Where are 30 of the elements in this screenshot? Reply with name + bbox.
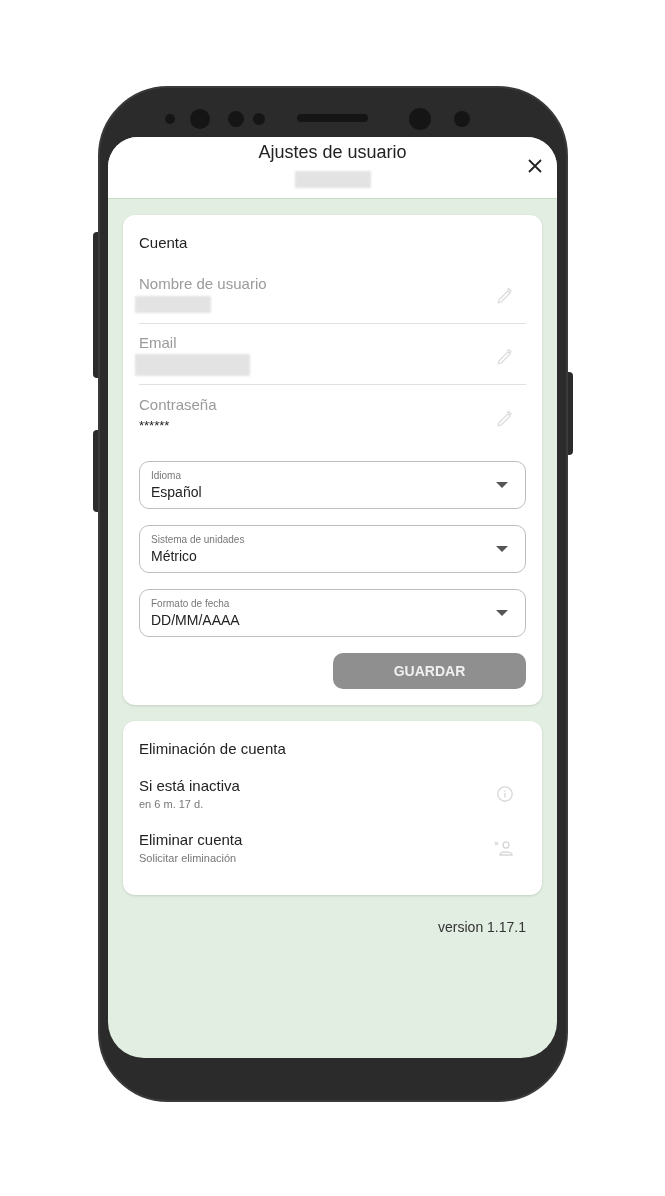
field-label: Nombre de usuario	[139, 273, 268, 294]
version-text: version 1.17.1	[438, 918, 526, 937]
info-icon[interactable]	[496, 785, 514, 803]
close-icon[interactable]	[527, 158, 543, 174]
field-label: Email	[139, 332, 178, 353]
item-subtitle: en 6 m. 17 d.	[139, 797, 205, 812]
field-label: Contraseña	[139, 395, 218, 415]
remove-user-icon[interactable]	[494, 840, 514, 856]
dropdown-field[interactable]: Idioma Español	[139, 461, 526, 509]
dropdown-label: Sistema de unidades	[151, 533, 246, 546]
dropdown-label: Idioma	[151, 469, 182, 482]
dropdown-value: Métrico	[151, 546, 198, 565]
window-title: Ajustes de usuario	[258, 141, 407, 163]
edit-icon[interactable]	[496, 287, 514, 305]
edit-icon[interactable]	[496, 409, 514, 428]
section-title: Eliminación de cuenta	[139, 739, 287, 759]
field-value: ******	[139, 417, 171, 435]
dropdown-label: Formato de fecha	[151, 597, 231, 610]
dropdown-caret-icon	[496, 610, 508, 616]
section-title: Cuenta	[139, 233, 189, 253]
dropdown-caret-icon	[496, 546, 508, 552]
dropdown-field[interactable]: Sistema de unidades Métrico	[139, 525, 526, 573]
item-title: Si está inactiva	[139, 776, 241, 796]
edit-icon[interactable]	[496, 348, 514, 366]
item-subtitle: Solicitar eliminación	[139, 851, 238, 866]
dropdown-caret-icon	[496, 482, 508, 488]
dropdown-field[interactable]: Formato de fecha DD/MM/AAAA	[139, 589, 526, 637]
dropdown-value: Español	[151, 482, 203, 501]
item-title: Eliminar cuenta	[139, 830, 244, 850]
dropdown-value: DD/MM/AAAA	[151, 610, 241, 629]
